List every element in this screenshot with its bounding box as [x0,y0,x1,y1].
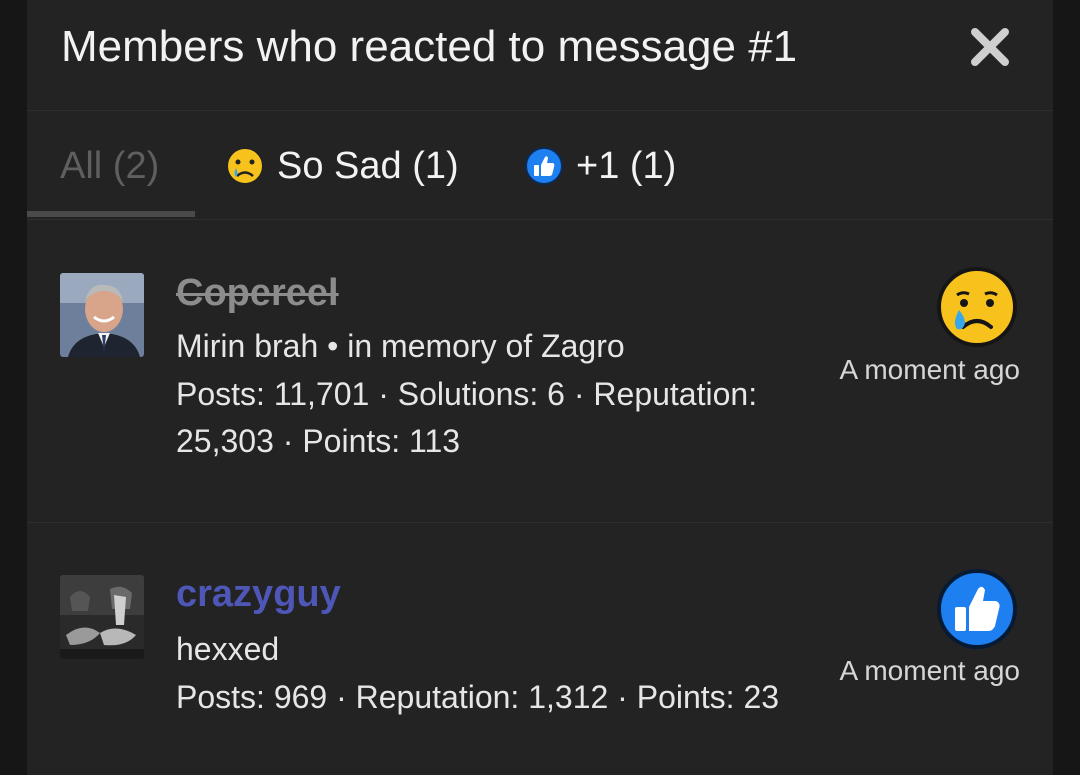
username-link[interactable]: Copereel [176,272,339,315]
tab-so-sad[interactable]: So Sad (1) [225,141,459,191]
avatar[interactable] [60,575,144,659]
user-stats: Posts: 969 · Reputation: 1,312 · Points:… [176,679,780,715]
tab-so-sad-label: So Sad (1) [277,144,459,187]
member-row: Copereel Mirin brah • in memory of Zagro… [27,220,1053,523]
reaction-time[interactable]: A moment ago [830,354,1020,386]
thumbs-up-icon [935,567,1019,651]
dialog-header: Members who reacted to message #1 [27,0,1053,111]
reactions-dialog: Members who reacted to message #1 All (2… [27,0,1053,775]
user-title: hexxed [176,631,280,667]
sad-crying-face-icon [225,146,265,186]
active-tab-indicator [27,211,195,217]
reaction-time[interactable]: A moment ago [830,655,1020,687]
user-stats-continued: 25,303 · Points: 113 [176,423,461,459]
member-row: crazyguy hexxed Posts: 969 · Reputation:… [27,523,1053,775]
sad-crying-face-icon [935,265,1019,349]
avatar[interactable] [60,273,144,357]
username-link[interactable]: crazyguy [176,573,341,616]
tab-plus-one[interactable]: +1 (1) [524,141,676,191]
tab-all[interactable]: All (2) [60,141,159,191]
tab-plus-one-label: +1 (1) [576,144,677,187]
reaction-tabs: All (2) So Sad (1) +1 (1) [27,111,1053,220]
dialog-title: Members who reacted to message #1 [61,22,798,71]
user-stats: Posts: 11,701 · Solutions: 6 · Reputatio… [176,376,758,412]
thumbs-up-icon [524,146,564,186]
user-title: Mirin brah • in memory of Zagro [176,328,625,364]
close-icon[interactable] [967,24,1013,70]
tab-all-label: All (2) [60,144,160,187]
